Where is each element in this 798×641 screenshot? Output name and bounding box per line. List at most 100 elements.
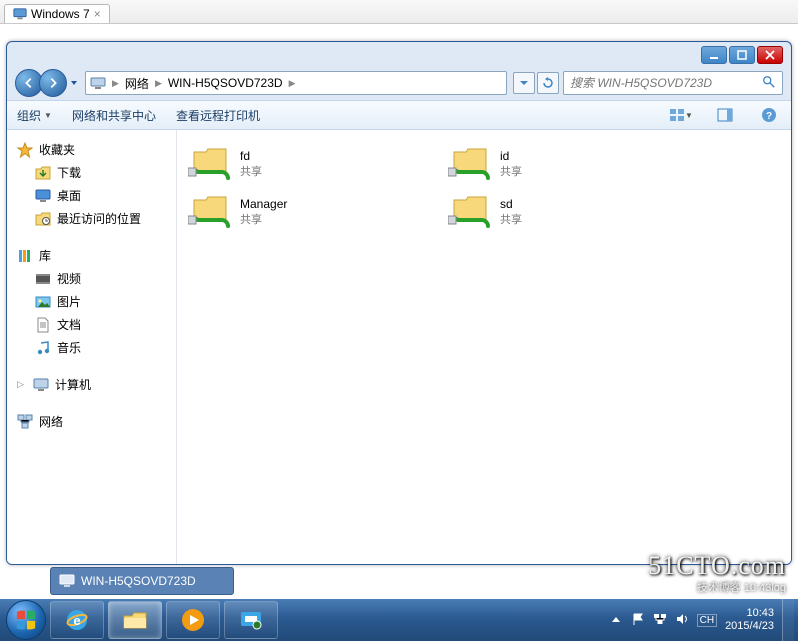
vm-tab-close-icon[interactable]: ×	[94, 7, 101, 21]
share-item-sd[interactable]: sd 共享	[443, 188, 703, 236]
sidebar-item-label: 最近访问的位置	[57, 210, 141, 227]
libraries-group: 库 视频 图片 文档 音	[11, 244, 172, 359]
breadcrumb-host-label: WIN-H5QSOVD723D	[168, 76, 283, 90]
start-button[interactable]	[6, 600, 46, 640]
share-sublabel: 共享	[500, 165, 522, 179]
svg-text:?: ?	[766, 111, 772, 122]
address-refresh-button[interactable]	[537, 72, 559, 94]
view-remote-printers-label: 查看远程打印机	[176, 107, 260, 124]
sidebar-item-videos[interactable]: 视频	[11, 267, 172, 290]
sidebar-item-label: 文档	[57, 316, 81, 333]
sidebar-item-desktop[interactable]: 桌面	[11, 184, 172, 207]
libraries-label: 库	[39, 247, 51, 264]
organize-menu[interactable]: 组织 ▼	[17, 107, 52, 124]
taskbar-ie-button[interactable]: e	[50, 601, 104, 639]
favorites-label: 收藏夹	[39, 141, 75, 158]
preview-pane-button[interactable]	[713, 104, 737, 126]
sidebar-item-documents[interactable]: 文档	[11, 313, 172, 336]
close-button[interactable]	[757, 46, 783, 64]
tray-language-indicator[interactable]: CH	[697, 614, 717, 627]
desktop-icon	[35, 188, 51, 204]
breadcrumb-network[interactable]: 网络	[125, 75, 149, 92]
taskbar: e CH 10:43 2015/4/23	[0, 599, 798, 641]
breadcrumb-network-label: 网络	[125, 75, 149, 92]
tray-overflow-button[interactable]	[609, 613, 623, 627]
favorites-group: 收藏夹 下载 桌面 最近访问的位置	[11, 138, 172, 230]
sidebar-item-downloads[interactable]: 下载	[11, 161, 172, 184]
recent-icon	[35, 211, 51, 227]
breadcrumb-sep-icon: ▶	[112, 78, 119, 89]
tray-flag-icon[interactable]	[631, 612, 645, 629]
network-icon	[17, 414, 33, 430]
search-box[interactable]	[563, 71, 783, 95]
taskbar-extra-button[interactable]	[224, 601, 278, 639]
organize-label: 组织	[17, 107, 41, 124]
favorites-header[interactable]: 收藏夹	[11, 138, 172, 161]
preview-title: WIN-H5QSOVD723D	[81, 574, 196, 588]
maximize-button[interactable]	[729, 46, 755, 64]
sidebar-item-label: 音乐	[57, 339, 81, 356]
explorer-body: 收藏夹 下载 桌面 最近访问的位置	[7, 130, 791, 564]
chevron-down-icon: ▼	[685, 111, 693, 120]
share-sublabel: 共享	[500, 213, 522, 227]
music-icon	[35, 340, 51, 356]
star-icon	[17, 142, 33, 158]
share-sublabel: 共享	[240, 165, 262, 179]
search-icon	[762, 75, 776, 92]
help-button[interactable]: ?	[757, 104, 781, 126]
minimize-button[interactable]	[701, 46, 727, 64]
sidebar-item-music[interactable]: 音乐	[11, 336, 172, 359]
sidebar-item-label: 网络	[39, 413, 63, 430]
network-sharing-center-button[interactable]: 网络和共享中心	[72, 107, 156, 124]
taskbar-media-player-button[interactable]	[166, 601, 220, 639]
nav-forward-button[interactable]	[39, 69, 67, 97]
search-input[interactable]	[570, 76, 762, 90]
vm-tab-windows7[interactable]: Windows 7 ×	[4, 4, 110, 23]
computer-icon	[33, 377, 49, 393]
svg-text:e: e	[73, 613, 80, 628]
video-icon	[35, 271, 51, 287]
guest-desktop: ▶ 网络 ▶ WIN-H5QSOVD723D ▶ 组织 ▼ 网络和共享中心 查看…	[0, 24, 798, 641]
shared-folder-icon	[188, 144, 232, 184]
tray-date: 2015/4/23	[725, 620, 774, 633]
taskbar-explorer-button[interactable]	[108, 601, 162, 639]
show-desktop-button[interactable]	[782, 599, 794, 641]
tray-clock[interactable]: 10:43 2015/4/23	[725, 607, 774, 632]
tray-volume-icon[interactable]	[675, 612, 689, 629]
network-center-label: 网络和共享中心	[72, 107, 156, 124]
tray-time: 10:43	[725, 607, 774, 620]
shared-folder-icon	[448, 144, 492, 184]
libraries-header[interactable]: 库	[11, 244, 172, 267]
sidebar-item-label: 桌面	[57, 187, 81, 204]
sidebar-item-label: 下载	[57, 164, 81, 181]
tray-network-icon[interactable]	[653, 612, 667, 629]
sidebar-item-network[interactable]: 网络	[11, 410, 172, 433]
view-remote-printers-button[interactable]: 查看远程打印机	[176, 107, 260, 124]
nav-history-dropdown[interactable]	[67, 69, 81, 97]
address-history-dropdown[interactable]	[513, 72, 535, 94]
download-icon	[35, 165, 51, 181]
nav-row: ▶ 网络 ▶ WIN-H5QSOVD723D ▶	[15, 68, 783, 98]
sidebar-item-recent[interactable]: 最近访问的位置	[11, 207, 172, 230]
address-bar[interactable]: ▶ 网络 ▶ WIN-H5QSOVD723D ▶	[85, 71, 507, 95]
command-bar: 组织 ▼ 网络和共享中心 查看远程打印机 ▼ ?	[7, 100, 791, 130]
pictures-icon	[35, 294, 51, 310]
share-name: fd	[240, 149, 262, 165]
share-item-id[interactable]: id 共享	[443, 140, 703, 188]
sidebar-item-label: 计算机	[55, 376, 91, 393]
breadcrumb-sep-icon: ▶	[289, 78, 296, 89]
sidebar-item-computer[interactable]: ▷ 计算机	[11, 373, 172, 396]
preview-computer-icon	[59, 573, 75, 589]
breadcrumb-sep-icon: ▶	[155, 78, 162, 89]
taskbar-thumbnail-preview[interactable]: WIN-H5QSOVD723D	[50, 567, 234, 595]
share-item-manager[interactable]: Manager 共享	[183, 188, 443, 236]
breadcrumb-host[interactable]: WIN-H5QSOVD723D	[168, 76, 283, 90]
share-name: id	[500, 149, 522, 165]
chevron-down-icon: ▼	[44, 111, 52, 120]
tree-expand-icon[interactable]: ▷	[17, 379, 27, 390]
explorer-window: ▶ 网络 ▶ WIN-H5QSOVD723D ▶ 组织 ▼ 网络和共享中心 查看…	[6, 41, 792, 565]
sidebar-item-pictures[interactable]: 图片	[11, 290, 172, 313]
share-item-fd[interactable]: fd 共享	[183, 140, 443, 188]
system-tray: CH 10:43 2015/4/23	[605, 599, 798, 641]
view-options-button[interactable]: ▼	[669, 104, 693, 126]
